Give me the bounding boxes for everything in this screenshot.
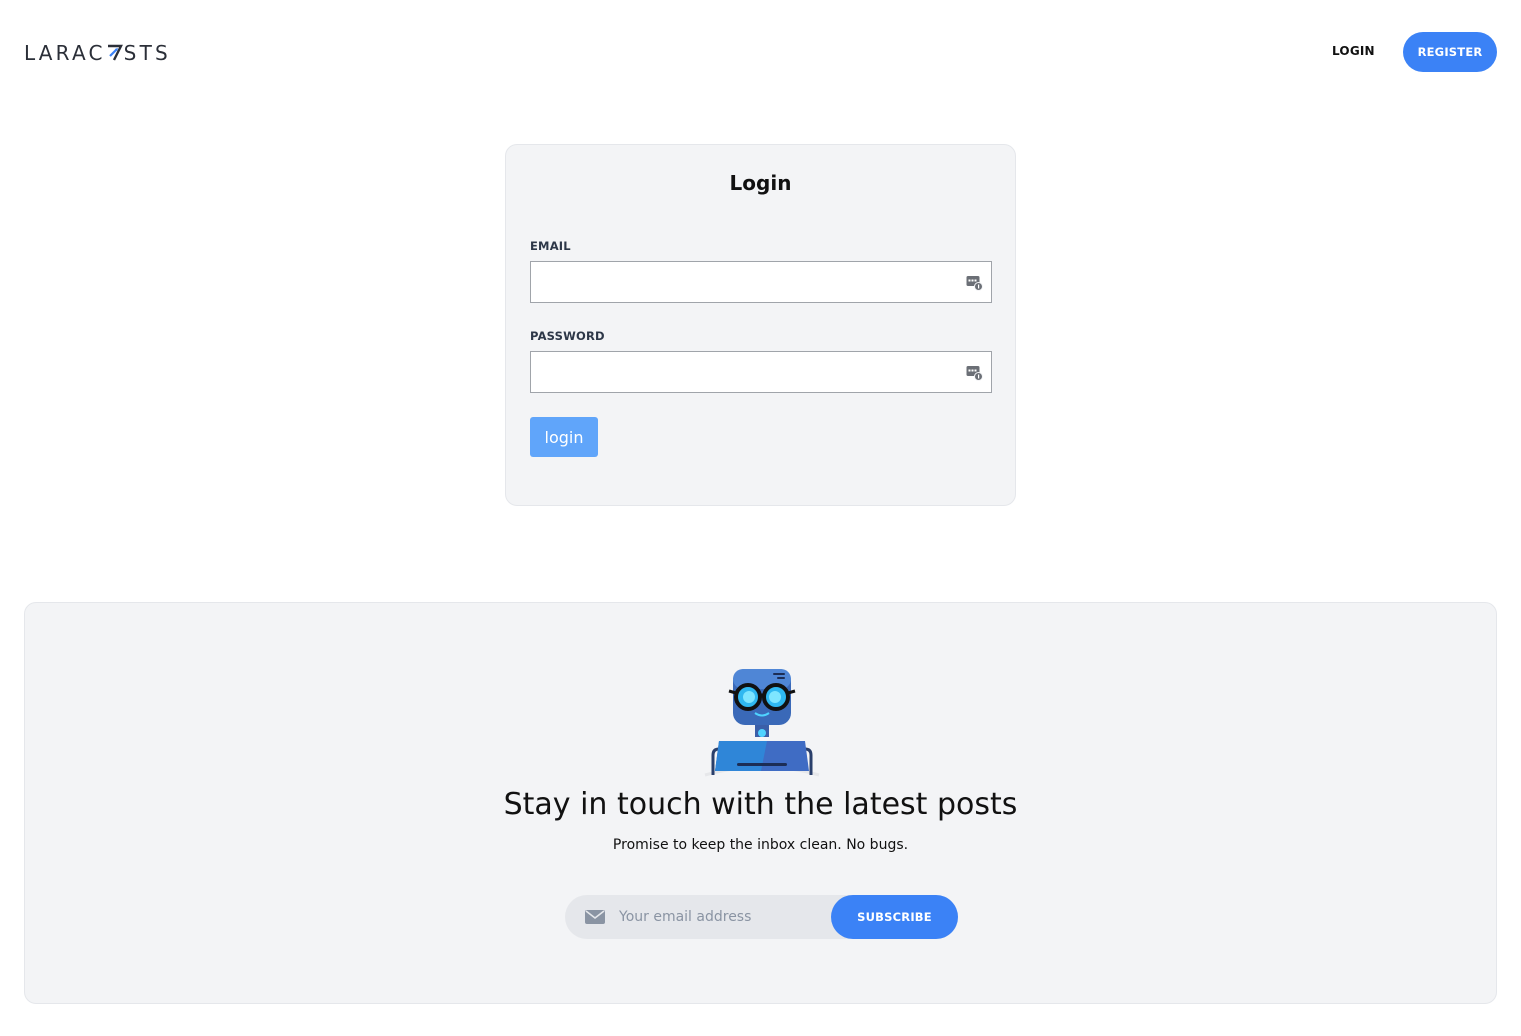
nav-login-link[interactable]: LOGIN <box>1332 44 1375 58</box>
password-manager-autofill-icon[interactable] <box>966 364 983 381</box>
login-card: Login EMAIL PASSWORD login <box>505 144 1016 506</box>
nav-register-button[interactable]: REGISTER <box>1403 32 1497 72</box>
newsletter-form: SUBSCRIBE <box>565 895 958 939</box>
logo-text-part-1: LARAC <box>24 41 106 65</box>
robot-mascot-illustration <box>704 669 820 777</box>
email-label: EMAIL <box>530 239 571 253</box>
newsletter-subtitle: Promise to keep the inbox clean. No bugs… <box>612 837 909 853</box>
newsletter-section: Stay in touch with the latest posts Prom… <box>24 602 1497 1004</box>
email-field[interactable] <box>530 261 992 303</box>
login-submit-button[interactable]: login <box>530 417 598 457</box>
newsletter-email-input[interactable] <box>619 895 829 939</box>
subscribe-button[interactable]: SUBSCRIBE <box>831 895 958 939</box>
laracasts-logo[interactable]: LARAC STS LARACASTS <box>24 41 171 65</box>
login-title: Login <box>729 171 792 195</box>
password-label: PASSWORD <box>530 329 605 343</box>
password-field[interactable] <box>530 351 992 393</box>
envelope-icon <box>585 910 605 924</box>
logo-paper-plane-icon <box>107 44 123 61</box>
newsletter-title: Stay in touch with the latest posts <box>503 787 1018 822</box>
password-manager-autofill-icon[interactable] <box>966 274 983 291</box>
logo-text-part-2: STS <box>123 41 171 65</box>
